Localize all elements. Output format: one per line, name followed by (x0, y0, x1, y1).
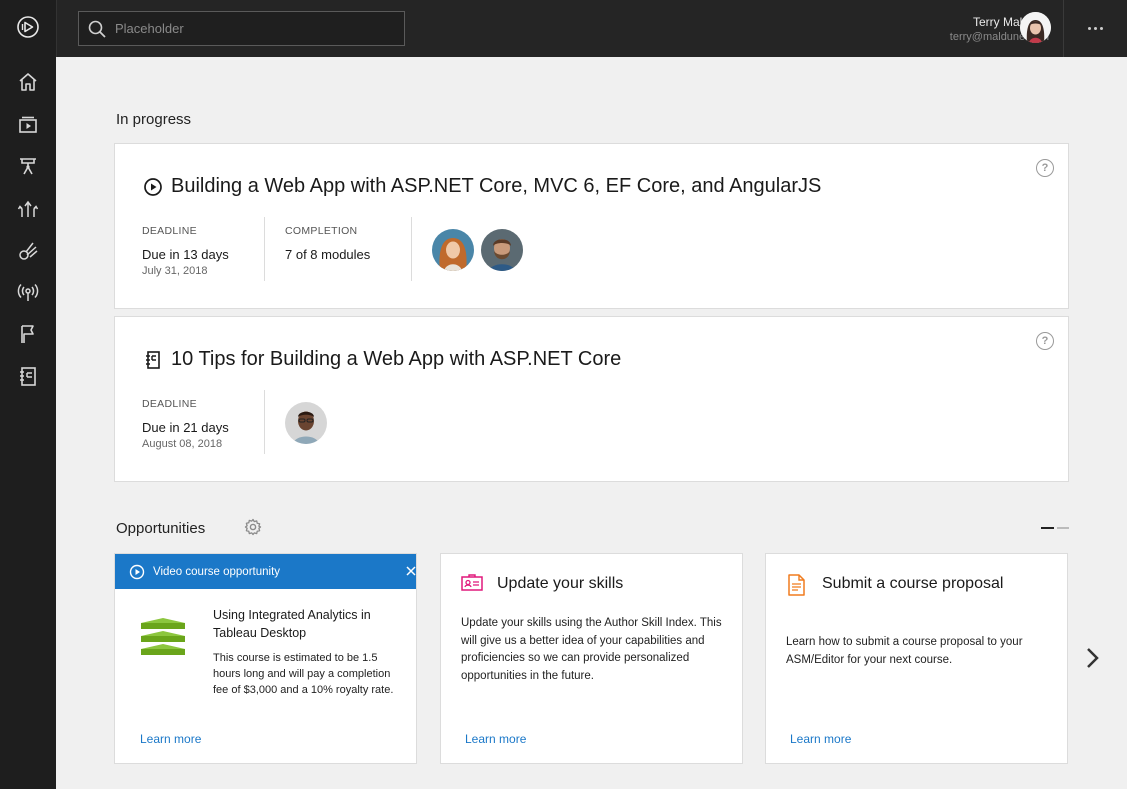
learn-more-link[interactable]: Learn more (790, 732, 851, 746)
document-icon (786, 574, 806, 601)
tableau-logo-icon (141, 618, 185, 661)
deadline-date: August 08, 2018 (142, 438, 223, 450)
opportunity-description: Learn how to submit a course proposal to… (786, 636, 1023, 666)
search-icon (88, 20, 106, 38)
in-progress-heading: In progress (116, 111, 192, 128)
course-title: Building a Web App with ASP.NET Core, MV… (171, 175, 822, 197)
paths-icon[interactable] (16, 196, 40, 220)
banner-label: Video course opportunity (153, 565, 281, 578)
library-icon[interactable] (16, 112, 40, 136)
course-proposal-card[interactable]: Submit a course proposal Learn how to su… (765, 553, 1068, 764)
author-avatar[interactable] (481, 229, 523, 271)
deadline-label: DEADLINE (142, 225, 197, 237)
deadline-value: Due in 13 days (142, 247, 229, 262)
carousel-page-indicator-active[interactable] (1041, 527, 1054, 529)
search-input[interactable] (115, 21, 375, 36)
author-avatar[interactable] (432, 229, 474, 271)
opportunities-heading: Opportunities (116, 520, 206, 537)
opportunity-title: Using Integrated Analytics in Tableau De… (213, 608, 371, 640)
skills-icon[interactable] (16, 238, 40, 262)
deadline-value: Due in 21 days (142, 420, 229, 435)
help-icon[interactable]: ? (1036, 332, 1054, 350)
more-options-icon[interactable] (1063, 0, 1127, 57)
sidebar (0, 0, 56, 789)
course-card[interactable]: ? 10 Tips for Building a Web App with AS… (114, 316, 1069, 482)
course-title-link[interactable]: Building a Web App with ASP.NET Core, MV… (143, 175, 821, 198)
author-avatar[interactable] (285, 402, 327, 444)
help-icon[interactable]: ? (1036, 159, 1054, 177)
chevron-right-icon[interactable] (1083, 645, 1103, 671)
deadline-label: DEADLINE (142, 398, 197, 410)
play-circle-icon (144, 177, 162, 196)
opportunity-description: Update your skills using the Author Skil… (461, 617, 722, 682)
top-bar: Terry Maldune terry@maldune.com (56, 0, 1127, 57)
app-logo-icon[interactable] (16, 15, 40, 39)
course-card[interactable]: ? Building a Web App with ASP.NET Core, … (114, 143, 1069, 309)
course-title-link[interactable]: 10 Tips for Building a Web App with ASP.… (143, 348, 621, 371)
close-icon[interactable] (390, 564, 416, 578)
completion-label: COMPLETION (285, 225, 358, 237)
carousel-page-indicator[interactable] (1057, 527, 1069, 529)
notebook-icon (146, 350, 160, 369)
deadline-date: July 31, 2018 (142, 265, 208, 277)
completion-value: 7 of 8 modules (285, 247, 371, 262)
opportunity-banner: Video course opportunity (115, 554, 416, 589)
divider (264, 390, 265, 454)
divider (411, 217, 412, 281)
course-title: 10 Tips for Building a Web App with ASP.… (171, 348, 622, 370)
opportunity-title: Submit a course proposal (822, 575, 1004, 592)
id-card-icon (461, 574, 483, 597)
opportunity-description: This course is estimated to be 1.5 hours… (213, 652, 394, 696)
user-avatar[interactable] (1020, 12, 1051, 43)
home-icon[interactable] (16, 70, 40, 94)
video-opportunity-card[interactable]: Video course opportunity Using Integrate… (114, 553, 417, 764)
broadcast-icon[interactable] (16, 280, 40, 304)
bookmark-icon[interactable] (16, 322, 40, 346)
notebook-icon[interactable] (16, 364, 40, 388)
gear-icon[interactable] (244, 518, 262, 536)
presentation-icon[interactable] (16, 154, 40, 178)
search-box[interactable] (78, 11, 405, 46)
opportunity-title: Update your skills (497, 575, 624, 592)
learn-more-link[interactable]: Learn more (465, 732, 526, 746)
divider (264, 217, 265, 281)
update-skills-card[interactable]: Update your skills Update your skills us… (440, 553, 743, 764)
learn-more-link[interactable]: Learn more (140, 732, 201, 746)
play-circle-icon (129, 564, 145, 579)
